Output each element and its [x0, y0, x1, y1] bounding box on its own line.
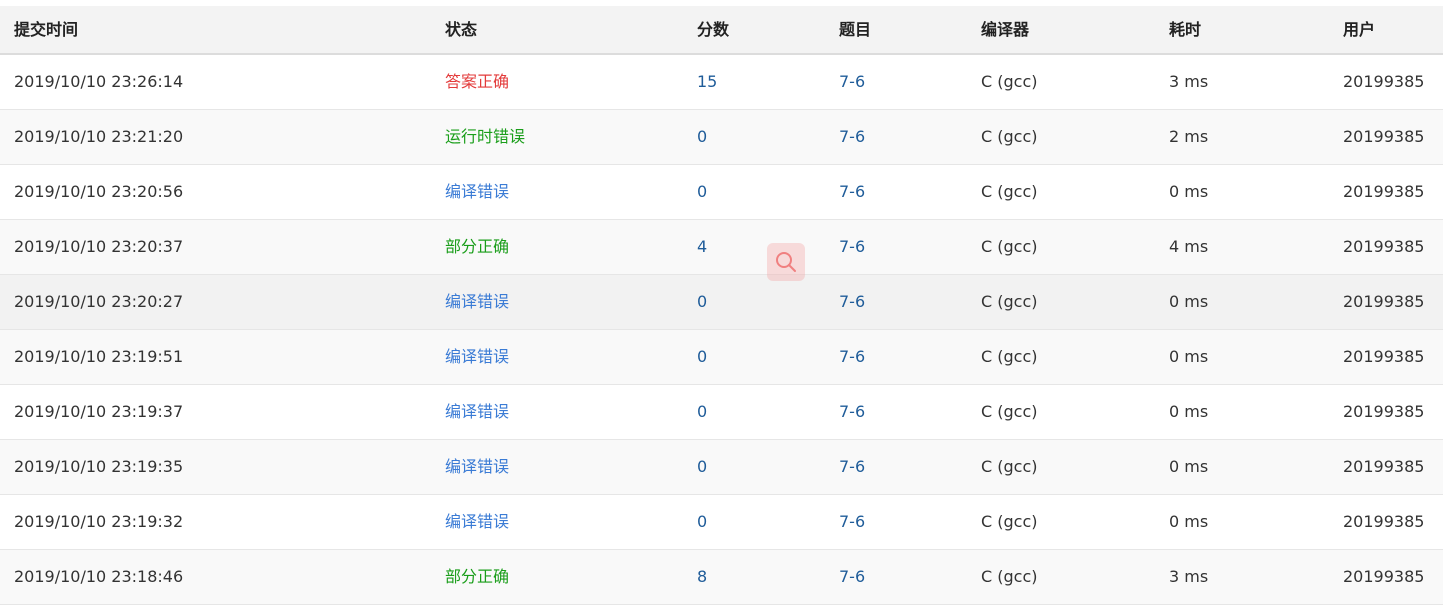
cell-submit-time: 2019/10/10 23:19:37 — [14, 402, 184, 421]
cell-user: 20199385 — [1343, 512, 1425, 531]
cell-score[interactable]: 0 — [697, 330, 707, 384]
cell-status[interactable]: 答案正确 — [445, 55, 509, 109]
cell-submit-time: 2019/10/10 23:18:46 — [14, 567, 184, 586]
cell-problem[interactable]: 7-6 — [839, 330, 865, 384]
column-header-problem[interactable]: 题目 — [839, 6, 871, 53]
cell-score[interactable]: 0 — [697, 165, 707, 219]
column-header-compiler[interactable]: 编译器 — [981, 6, 1029, 53]
cell-user: 20199385 — [1343, 237, 1425, 256]
table-row[interactable]: 2019/10/10 23:19:35 编译错误 0 7-6 C (gcc) 0 ms 20… — [0, 440, 1443, 495]
cell-compiler: C (gcc) — [981, 127, 1038, 146]
cell-compiler: C (gcc) — [981, 72, 1038, 91]
cell-compiler: C (gcc) — [981, 402, 1038, 421]
cell-compiler: C (gcc) — [981, 237, 1038, 256]
cell-submit-time: 2019/10/10 23:26:14 — [14, 72, 184, 91]
cell-user: 20199385 — [1343, 127, 1425, 146]
cell-elapsed: 3 ms — [1169, 72, 1209, 91]
cell-status[interactable]: 编译错误 — [445, 440, 509, 494]
column-header-user[interactable]: 用户 — [1343, 6, 1375, 53]
cell-compiler: C (gcc) — [981, 457, 1038, 476]
table-row[interactable]: 2019/10/10 23:20:27 编译错误 0 7-6 C (gcc) 0 ms 20… — [0, 275, 1443, 330]
cell-score[interactable]: 0 — [697, 440, 707, 494]
cell-score[interactable]: 4 — [697, 220, 707, 274]
cell-submit-time: 2019/10/10 23:21:20 — [14, 127, 184, 146]
cell-compiler: C (gcc) — [981, 292, 1038, 311]
table-row[interactable]: 2019/10/10 23:26:14 答案正确 15 7-6 C (gcc) 3 ms 2… — [0, 55, 1443, 110]
table-header: 提交时间 状态 分数 题目 编译器 耗时 用户 — [0, 6, 1443, 55]
cell-problem[interactable]: 7-6 — [839, 440, 865, 494]
cell-elapsed: 0 ms — [1169, 402, 1209, 421]
cell-score[interactable]: 0 — [697, 385, 707, 439]
cell-elapsed: 2 ms — [1169, 127, 1209, 146]
cell-problem[interactable]: 7-6 — [839, 220, 865, 274]
column-header-score[interactable]: 分数 — [697, 6, 729, 53]
cell-problem[interactable]: 7-6 — [839, 165, 865, 219]
cell-elapsed: 4 ms — [1169, 237, 1209, 256]
cell-score[interactable]: 8 — [697, 550, 707, 604]
cell-user: 20199385 — [1343, 457, 1425, 476]
cell-problem[interactable]: 7-6 — [839, 385, 865, 439]
cell-submit-time: 2019/10/10 23:19:32 — [14, 512, 184, 531]
cell-score[interactable]: 0 — [697, 495, 707, 549]
cell-status[interactable]: 编译错误 — [445, 165, 509, 219]
cell-elapsed: 0 ms — [1169, 347, 1209, 366]
column-header-submit-time[interactable]: 提交时间 — [14, 6, 78, 53]
cell-status[interactable]: 编译错误 — [445, 385, 509, 439]
cell-status[interactable]: 编译错误 — [445, 275, 509, 329]
cell-compiler: C (gcc) — [981, 182, 1038, 201]
cell-elapsed: 0 ms — [1169, 457, 1209, 476]
column-header-status[interactable]: 状态 — [445, 6, 477, 53]
cell-user: 20199385 — [1343, 292, 1425, 311]
cell-status[interactable]: 编译错误 — [445, 495, 509, 549]
cell-submit-time: 2019/10/10 23:19:35 — [14, 457, 184, 476]
cell-compiler: C (gcc) — [981, 567, 1038, 586]
cell-submit-time: 2019/10/10 23:20:37 — [14, 237, 184, 256]
cell-score[interactable]: 15 — [697, 55, 717, 109]
cell-compiler: C (gcc) — [981, 512, 1038, 531]
cell-elapsed: 0 ms — [1169, 292, 1209, 311]
cell-status[interactable]: 编译错误 — [445, 330, 509, 384]
table-row[interactable]: 2019/10/10 23:20:56 编译错误 0 7-6 C (gcc) 0 ms 20… — [0, 165, 1443, 220]
cell-user: 20199385 — [1343, 182, 1425, 201]
cell-score[interactable]: 0 — [697, 275, 707, 329]
table-row[interactable]: 2019/10/10 23:20:37 部分正确 4 7-6 C (gcc) 4 ms 20… — [0, 220, 1443, 275]
cell-score[interactable]: 0 — [697, 110, 707, 164]
cell-submit-time: 2019/10/10 23:20:56 — [14, 182, 184, 201]
cell-status[interactable]: 部分正确 — [445, 220, 509, 274]
cell-user: 20199385 — [1343, 347, 1425, 366]
cell-user: 20199385 — [1343, 72, 1425, 91]
cell-problem[interactable]: 7-6 — [839, 110, 865, 164]
submissions-table: 提交时间 状态 分数 题目 编译器 耗时 用户 2019/10/10 23:26… — [0, 0, 1443, 605]
cell-problem[interactable]: 7-6 — [839, 275, 865, 329]
cell-submit-time: 2019/10/10 23:19:51 — [14, 347, 184, 366]
zoom-button[interactable] — [767, 243, 805, 281]
cell-elapsed: 0 ms — [1169, 182, 1209, 201]
table-row[interactable]: 2019/10/10 23:19:32 编译错误 0 7-6 C (gcc) 0 ms 20… — [0, 495, 1443, 550]
cell-compiler: C (gcc) — [981, 347, 1038, 366]
cell-problem[interactable]: 7-6 — [839, 495, 865, 549]
table-row[interactable]: 2019/10/10 23:18:46 部分正确 8 7-6 C (gcc) 3 ms 20… — [0, 550, 1443, 605]
cell-user: 20199385 — [1343, 567, 1425, 586]
table-row[interactable]: 2019/10/10 23:19:51 编译错误 0 7-6 C (gcc) 0 ms 20… — [0, 330, 1443, 385]
column-header-elapsed[interactable]: 耗时 — [1169, 6, 1201, 53]
search-icon — [776, 252, 796, 272]
cell-problem[interactable]: 7-6 — [839, 55, 865, 109]
cell-elapsed: 3 ms — [1169, 567, 1209, 586]
cell-submit-time: 2019/10/10 23:20:27 — [14, 292, 184, 311]
cell-user: 20199385 — [1343, 402, 1425, 421]
cell-status[interactable]: 运行时错误 — [445, 110, 525, 164]
cell-status[interactable]: 部分正确 — [445, 550, 509, 604]
cell-elapsed: 0 ms — [1169, 512, 1209, 531]
table-row[interactable]: 2019/10/10 23:21:20 运行时错误 0 7-6 C (gcc) 2 ms 2… — [0, 110, 1443, 165]
table-row[interactable]: 2019/10/10 23:19:37 编译错误 0 7-6 C (gcc) 0 ms 20… — [0, 385, 1443, 440]
cell-problem[interactable]: 7-6 — [839, 550, 865, 604]
